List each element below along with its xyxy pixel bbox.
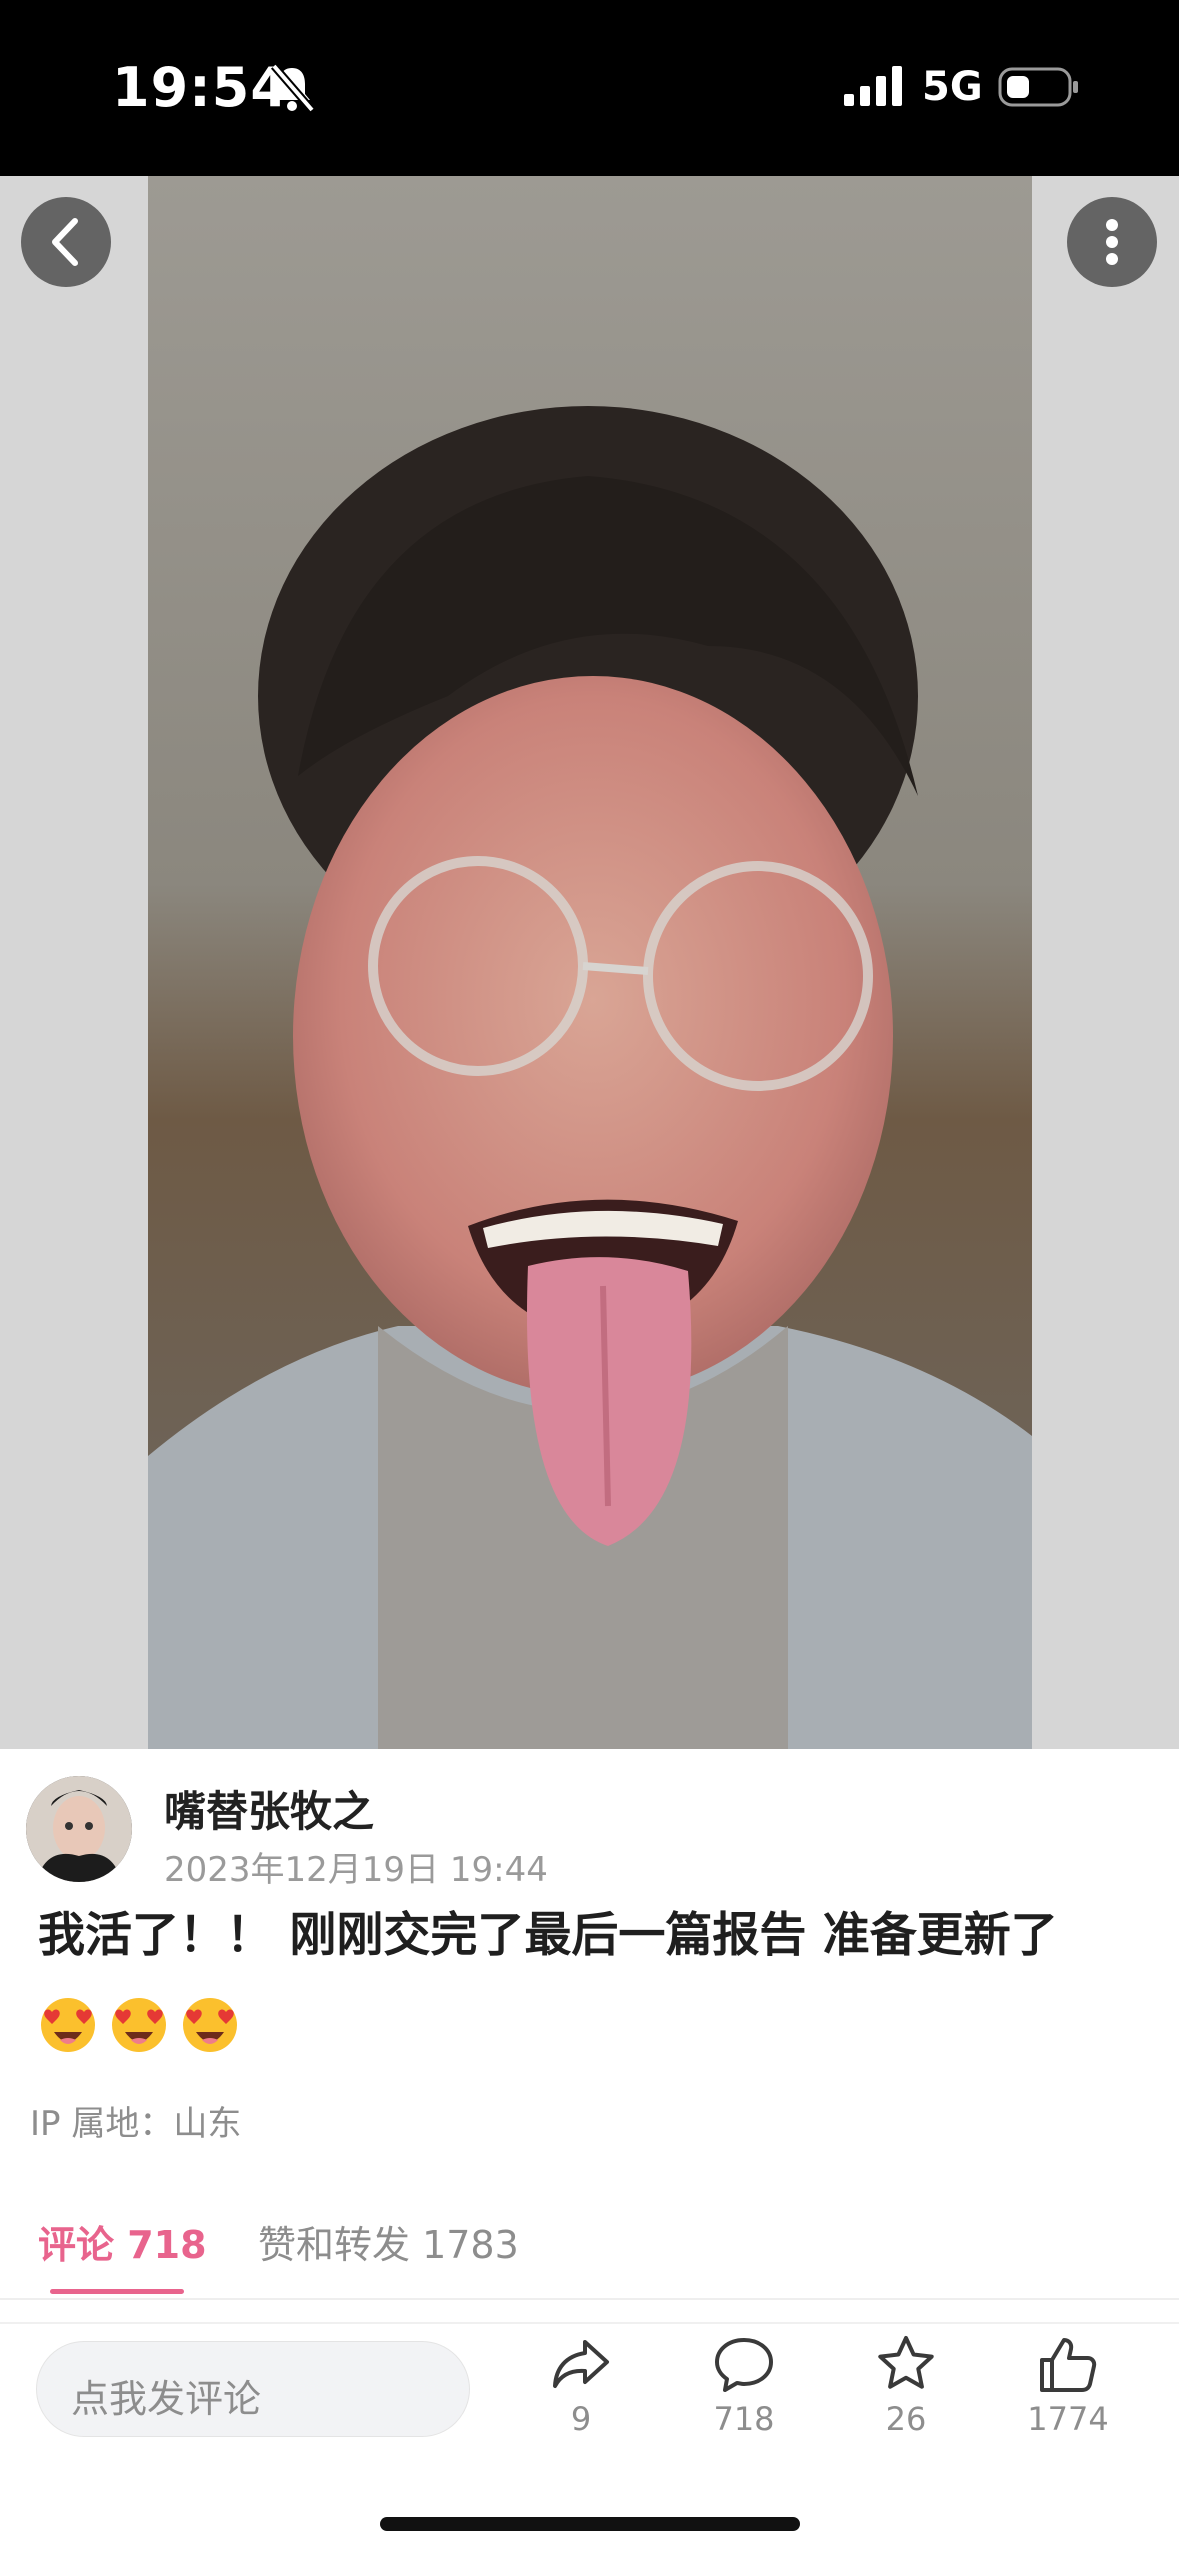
more-options-button[interactable]	[1067, 197, 1157, 287]
bell-slash-icon	[270, 63, 316, 113]
status-time: 19:54	[112, 56, 289, 119]
comment-count: 718	[713, 2400, 775, 2438]
back-button[interactable]	[21, 197, 111, 287]
divider	[0, 2322, 1179, 2324]
author-avatar[interactable]	[26, 1776, 132, 1882]
share-icon	[553, 2340, 609, 2388]
ip-location: IP 属地：山东	[30, 2104, 242, 2144]
author-name[interactable]: 嘴替张牧之	[164, 1778, 374, 1839]
comment-placeholder: 点我发评论	[71, 2377, 262, 2421]
tab-likes-reposts[interactable]: 赞和转发 1783	[258, 2214, 519, 2269]
home-indicator[interactable]	[380, 2517, 800, 2531]
signal-icon	[844, 66, 902, 106]
selfie-illustration	[148, 176, 1032, 1749]
divider	[0, 2298, 1179, 2300]
tab-comments[interactable]: 评论 718	[38, 2214, 207, 2269]
like-count: 1774	[1027, 2400, 1109, 2438]
active-tab-indicator	[50, 2289, 184, 2294]
heart-eyes-emoji	[112, 1998, 167, 2052]
comment-input[interactable]: 点我发评论	[36, 2341, 470, 2437]
heart-eyes-emoji	[41, 1998, 95, 2052]
thumbs-up-icon	[1040, 2338, 1097, 2392]
star-icon	[878, 2336, 934, 2389]
post-date: 2023年12月19日 19:44	[164, 1850, 548, 1890]
post-emojis	[38, 1994, 246, 2058]
share-count: 9	[570, 2400, 592, 2438]
media-viewer[interactable]	[0, 176, 1179, 1749]
comment-bubble-icon	[715, 2338, 773, 2392]
favorite-count: 26	[885, 2400, 927, 2438]
like-button[interactable]: 1774	[998, 2332, 1138, 2452]
chevron-left-icon	[52, 218, 78, 266]
battery-icon	[998, 67, 1078, 107]
comment-button[interactable]: 718	[674, 2332, 814, 2452]
heart-eyes-emoji	[183, 1998, 238, 2052]
more-vertical-icon	[1106, 219, 1118, 265]
post-photo[interactable]	[148, 176, 1032, 1749]
favorite-button[interactable]: 26	[836, 2332, 976, 2452]
post-text: 我活了！！ 刚刚交完了最后一篇报告 准备更新了	[38, 1908, 1058, 1963]
share-button[interactable]: 9	[511, 2332, 651, 2452]
network-type: 5G	[922, 64, 983, 110]
status-bar: 19:54 5G	[0, 0, 1179, 176]
